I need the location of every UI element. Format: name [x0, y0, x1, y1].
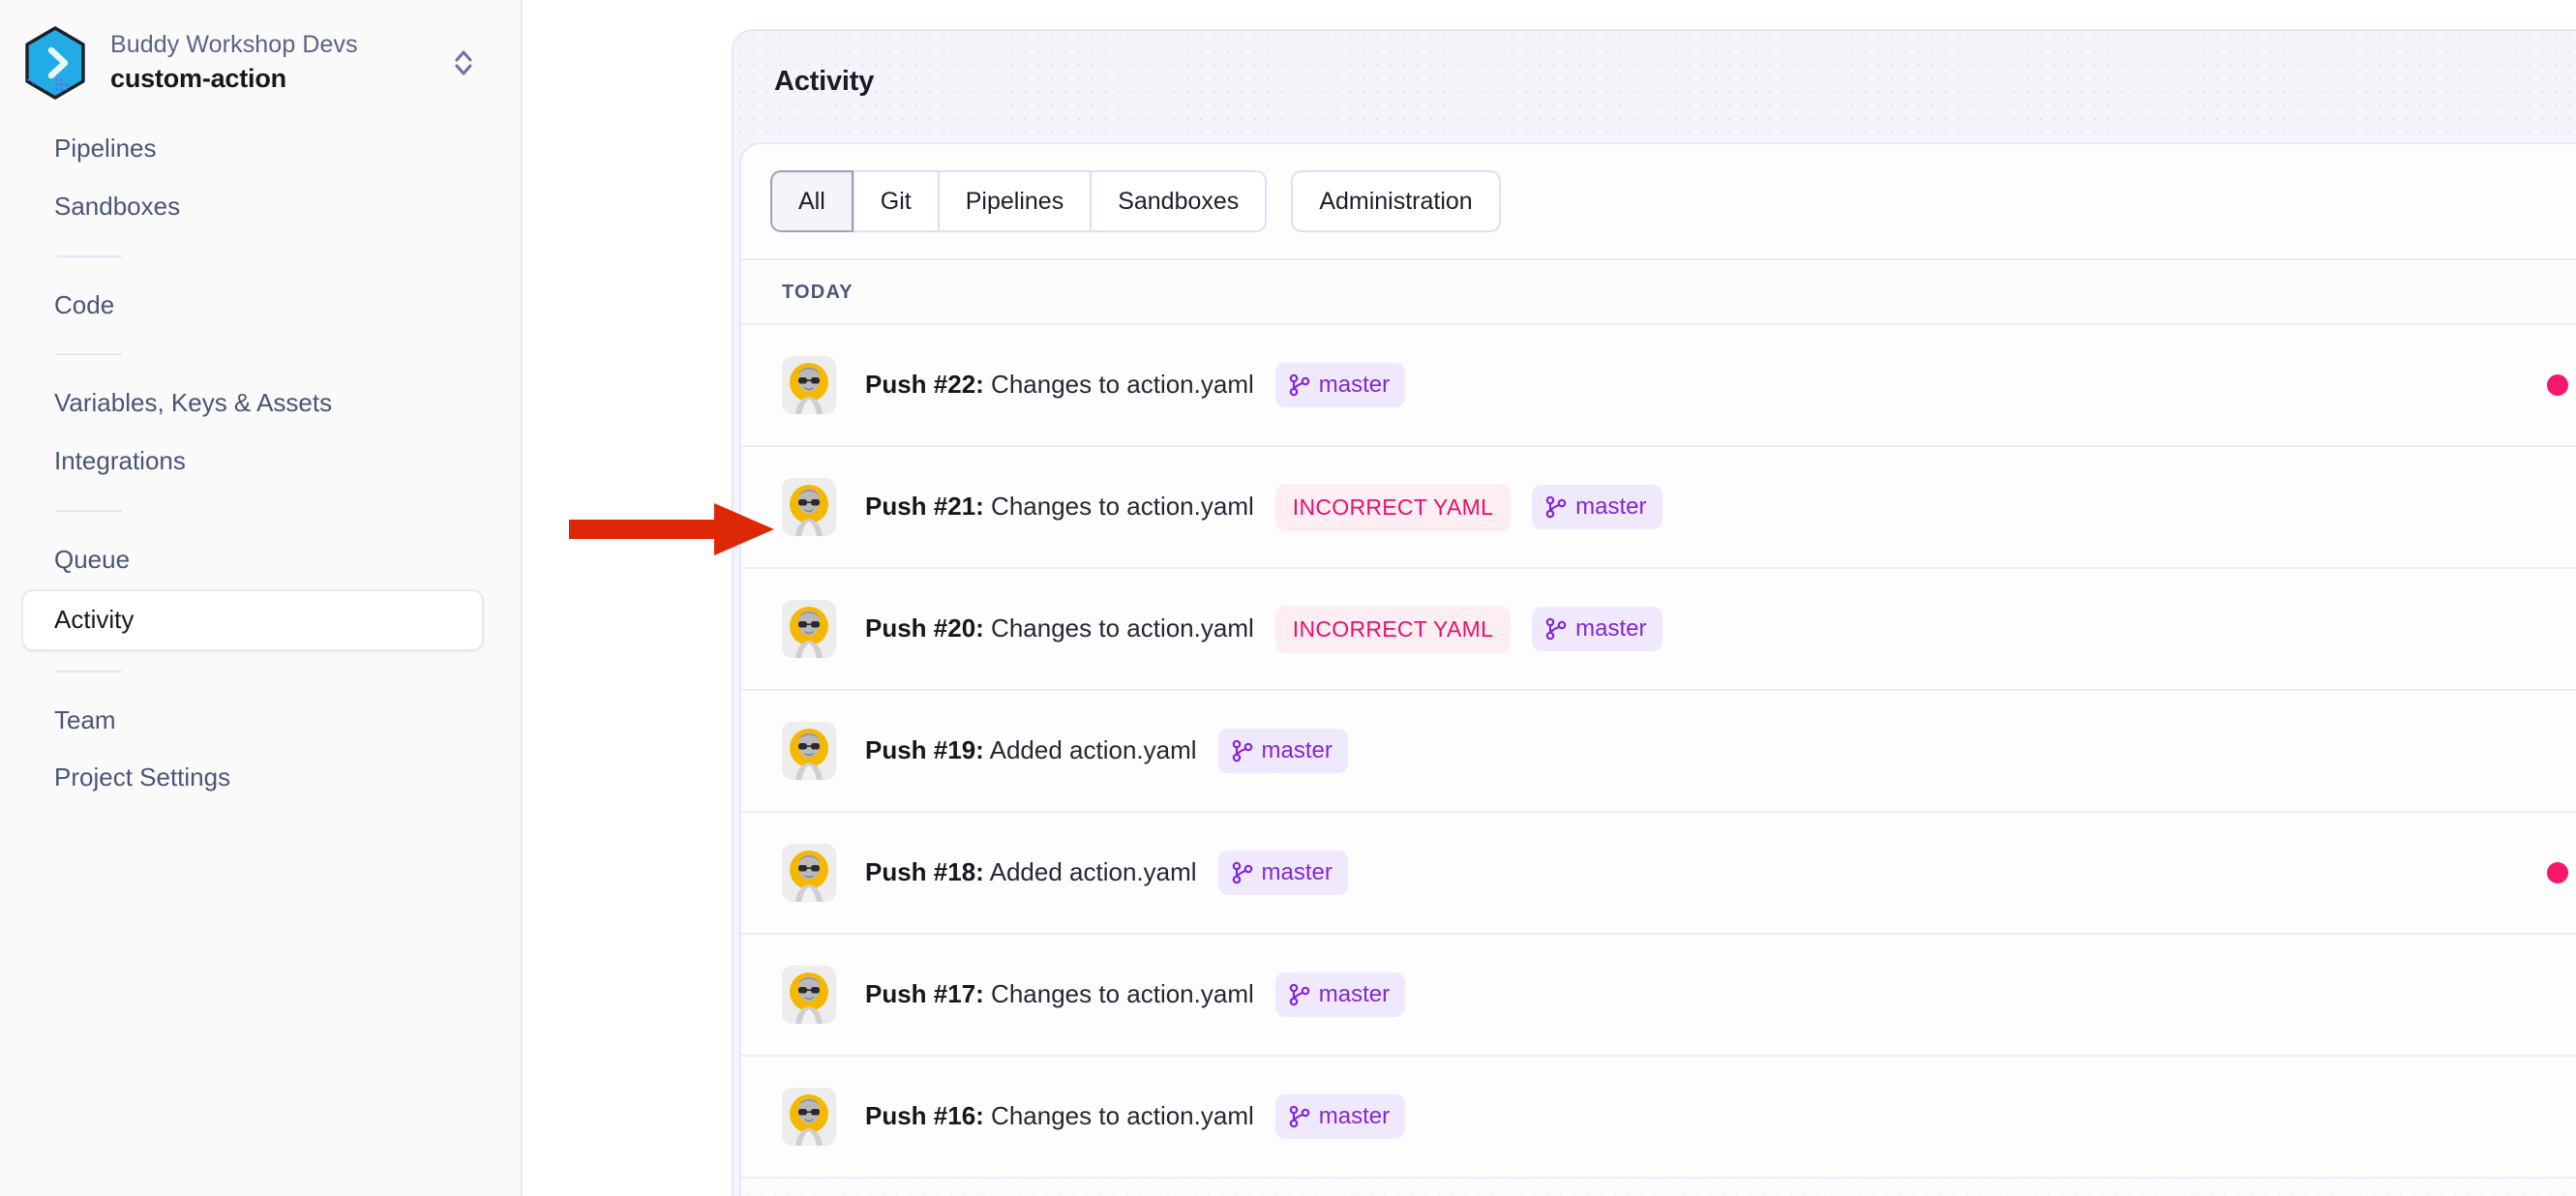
activity-title-rest: Changes to action.yaml: [983, 613, 1254, 643]
project-switcher[interactable]: Buddy Workshop Devs custom-action: [0, 0, 521, 105]
activity-title: Push #16: Changes to action.yaml: [865, 1100, 1254, 1133]
branch-name: master: [1318, 372, 1391, 398]
tab-pipelines[interactable]: Pipelines: [938, 170, 1092, 232]
activity-filter-tabs: All Git Pipelines Sandboxes Administrati…: [741, 144, 2576, 260]
branch-name: master: [1575, 615, 1647, 642]
branch-badge[interactable]: master: [1274, 363, 1406, 407]
branch-badge[interactable]: master: [1217, 729, 1348, 773]
table-row[interactable]: Push #17: Changes to action.yaml master: [741, 935, 2576, 1057]
git-branch-icon: [1545, 495, 1567, 519]
activity-title-rest: Changes to action.yaml: [983, 492, 1254, 522]
branch-name: master: [1318, 981, 1391, 1007]
activity-title-bold: Push #19:: [865, 735, 984, 765]
sidebar-item-project-settings[interactable]: Project Settings: [21, 749, 484, 807]
table-row[interactable]: Push #21: Changes to action.yaml INCORRE…: [741, 447, 2576, 569]
buddy-hexagon-logo-icon: [21, 25, 89, 101]
sidebar-divider: [56, 353, 122, 356]
avatar: [782, 722, 836, 780]
activity-title: Push #18: Added action.yaml: [865, 856, 1197, 889]
tab-all[interactable]: All: [770, 170, 854, 232]
table-row[interactable]: Push #22: Changes to action.yaml master: [741, 325, 2576, 447]
activity-title-rest: Changes to action.yaml: [983, 1101, 1254, 1131]
branch-name: master: [1261, 859, 1333, 885]
sidebar-item-queue[interactable]: Queue: [21, 531, 484, 589]
sidebar-item-code[interactable]: Code: [21, 277, 484, 335]
branch-badge[interactable]: master: [1217, 851, 1348, 895]
git-branch-icon: [1545, 617, 1567, 641]
activity-card: All Git Pipelines Sandboxes Administrati…: [739, 142, 2576, 1196]
error-badge: INCORRECT YAML: [1274, 605, 1512, 653]
tab-group: All Git Pipelines Sandboxes: [770, 170, 1268, 232]
sidebar-divider: [56, 254, 122, 257]
activity-title-bold: Push #22:: [865, 370, 984, 400]
activity-list: Push #22: Changes to action.yaml master …: [741, 325, 2576, 1179]
table-row[interactable]: Push #16: Changes to action.yaml master: [741, 1057, 2576, 1179]
activity-title: Push #21: Changes to action.yaml: [865, 491, 1254, 523]
branch-name: master: [1575, 493, 1647, 520]
project-name: custom-action: [110, 64, 286, 94]
activity-title: Push #17: Changes to action.yaml: [865, 978, 1254, 1011]
day-group-header: TODAY: [741, 260, 2576, 325]
error-badge: INCORRECT YAML: [1274, 483, 1512, 531]
activity-title-bold: Push #21:: [865, 492, 984, 522]
sidebar-item-variables-keys-assets[interactable]: Variables, Keys & Assets: [21, 374, 484, 433]
avatar: [782, 600, 836, 658]
git-branch-icon: [1289, 1105, 1310, 1128]
avatar: [782, 844, 836, 902]
activity-panel: Activity All Git Pipelines Sandboxes Adm…: [732, 29, 2576, 1196]
git-branch-icon: [1232, 861, 1253, 884]
activity-title-bold: Push #20:: [865, 613, 984, 643]
git-branch-icon: [1289, 374, 1310, 397]
activity-title-rest: Changes to action.yaml: [983, 979, 1254, 1009]
activity-title-rest: Added action.yaml: [983, 857, 1197, 887]
activity-title-rest: Changes to action.yaml: [983, 370, 1254, 400]
status-badge: [2547, 374, 2568, 396]
branch-badge[interactable]: master: [1274, 972, 1406, 1017]
sidebar-item-integrations[interactable]: Integrations: [21, 433, 484, 491]
git-branch-icon: [1232, 739, 1253, 762]
tab-sandboxes[interactable]: Sandboxes: [1091, 170, 1268, 232]
sidebar-item-sandboxes[interactable]: Sandboxes: [21, 178, 484, 236]
sidebar-item-pipelines[interactable]: Pipelines: [21, 120, 484, 178]
table-row[interactable]: Push #18: Added action.yaml master: [741, 813, 2576, 935]
chevron-up-down-icon[interactable]: [441, 46, 486, 79]
avatar: [782, 966, 836, 1024]
page-title: Activity: [774, 66, 875, 97]
git-branch-icon: [1289, 983, 1310, 1006]
app-root: Buddy Workshop Devs custom-action Pipeli…: [0, 0, 2576, 1196]
activity-title-bold: Push #18:: [865, 857, 984, 887]
table-row[interactable]: Push #19: Added action.yaml master: [741, 691, 2576, 813]
sidebar-item-activity[interactable]: Activity: [21, 588, 484, 651]
sidebar-item-team[interactable]: Team: [21, 692, 484, 750]
activity-title: Push #20: Changes to action.yaml: [865, 613, 1254, 645]
tab-git[interactable]: Git: [853, 170, 939, 232]
sidebar-divider: [56, 670, 122, 673]
activity-title: Push #19: Added action.yaml: [865, 734, 1197, 767]
brand-text: Buddy Workshop Devs custom-action: [110, 30, 441, 96]
branch-name: master: [1261, 737, 1333, 763]
status-badge: [2547, 862, 2568, 883]
sidebar: Buddy Workshop Devs custom-action Pipeli…: [0, 0, 523, 1196]
branch-badge[interactable]: master: [1532, 607, 1662, 651]
sidebar-divider: [56, 509, 122, 512]
avatar: [782, 478, 836, 536]
branch-badge[interactable]: master: [1274, 1094, 1406, 1139]
table-row[interactable]: Push #20: Changes to action.yaml INCORRE…: [741, 569, 2576, 691]
avatar: [782, 1088, 836, 1146]
activity-title-rest: Added action.yaml: [983, 735, 1197, 765]
main-content: Activity All Git Pipelines Sandboxes Adm…: [523, 0, 2576, 1196]
branch-name: master: [1318, 1103, 1391, 1129]
activity-title: Push #22: Changes to action.yaml: [865, 369, 1254, 402]
activity-title-bold: Push #17:: [865, 979, 984, 1009]
branch-badge[interactable]: master: [1532, 485, 1662, 529]
organization-name: Buddy Workshop Devs: [110, 30, 358, 58]
avatar: [782, 356, 836, 414]
activity-title-bold: Push #16:: [865, 1101, 984, 1131]
tab-administration[interactable]: Administration: [1291, 170, 1501, 232]
sidebar-nav: Pipelines Sandboxes Code Variables, Keys…: [0, 105, 521, 807]
